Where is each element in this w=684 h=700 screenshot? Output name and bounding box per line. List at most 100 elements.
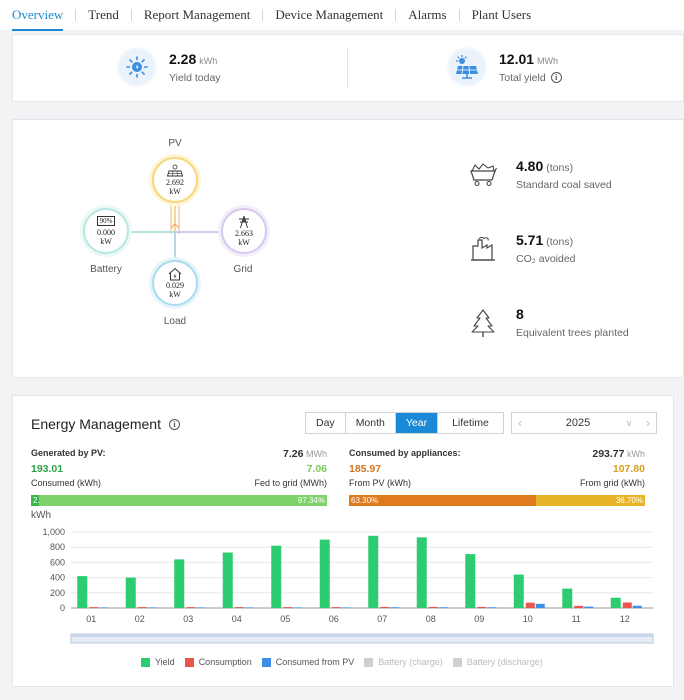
period-year-button[interactable]: Year: [395, 413, 439, 433]
total-yield-value: 12.01: [499, 50, 535, 67]
bar-consumed-from-pv: [438, 607, 448, 608]
period-month-button[interactable]: Month: [346, 413, 396, 433]
y-tick-label: 200: [50, 588, 65, 598]
load-value: 0.029: [166, 281, 184, 290]
yield-today-value: 2.28: [169, 50, 197, 67]
bar-consumed-from-pv: [390, 607, 400, 608]
solar-panel-icon: [449, 49, 485, 85]
info-icon[interactable]: i: [550, 72, 562, 83]
x-tick-label: 02: [135, 614, 145, 624]
yield-summary-card: 2.28 kWh Yield today 12.01 MWh Total yie…: [12, 34, 684, 102]
bar-consumption: [477, 606, 487, 608]
tab-overview[interactable]: Overview: [0, 7, 75, 31]
legend-item[interactable]: Consumption: [184, 657, 252, 667]
co2-avoided-stat: 5.71 (tons) CO₂ avoided: [468, 232, 576, 265]
y-tick-label: 1,000: [42, 527, 65, 537]
load-node[interactable]: 0.029 kW: [152, 260, 198, 306]
y-tick-label: 600: [50, 557, 65, 567]
pv-node[interactable]: 2.692 kW: [152, 157, 198, 203]
legend-swatch: [261, 657, 271, 667]
x-tick-label: 11: [572, 614, 581, 624]
tab-report-management[interactable]: Report Management: [132, 7, 263, 23]
period-lifetime-button[interactable]: Lifetime: [438, 413, 503, 433]
factory-icon: [468, 234, 498, 264]
bar-yield: [513, 574, 524, 608]
tab-plant-users[interactable]: Plant Users: [460, 7, 544, 23]
battery-soc: 90%: [99, 217, 113, 225]
consumed-by-appliances-summary: Consumed by appliances: 293.77 kWh 185.9…: [349, 448, 645, 490]
legend-swatch: [452, 657, 462, 667]
legend-item[interactable]: Consumed from PV: [261, 657, 355, 667]
x-tick-label: 01: [86, 614, 96, 624]
zoom-slider-fill: [71, 634, 653, 637]
x-tick-label: 10: [523, 614, 533, 624]
legend-swatch: [364, 657, 374, 667]
battery-node[interactable]: 90% 0.000 kW: [83, 208, 129, 254]
yield-today-label: Yield today: [169, 71, 221, 84]
tab-alarms[interactable]: Alarms: [396, 7, 458, 23]
bar-yield: [222, 552, 233, 608]
legend-swatch: [184, 657, 194, 667]
solar-panel-icon: [166, 164, 184, 177]
period-day-button[interactable]: Day: [306, 413, 346, 433]
info-icon[interactable]: i: [168, 418, 180, 430]
bar-consumption: [137, 607, 147, 608]
battery-label: Battery: [90, 264, 122, 275]
bar-consumption: [525, 602, 535, 608]
chart-legend: Yield Consumption Consumed from PV Battery …: [141, 657, 553, 667]
chevron-down-icon[interactable]: ∨: [618, 418, 640, 429]
chevron-right-icon[interactable]: ›: [640, 416, 656, 430]
bar-consumed-from-pv: [487, 607, 497, 608]
bar-yield: [368, 535, 379, 608]
legend-item[interactable]: Battery (charge): [364, 657, 443, 667]
legend-item[interactable]: Yield: [141, 657, 175, 667]
year-picker[interactable]: ‹ 2025 ∨ ›: [511, 412, 657, 434]
coal-saved-stat: 4.80 (tons) Standard coal saved: [468, 158, 612, 191]
load-label: Load: [163, 316, 187, 327]
energy-bar-chart: kWh 0 200 400 600 800 1,000 01 02 03 04 05 06 07 08 09 1…: [31, 510, 654, 644]
period-selector: Day Month Year Lifetime: [305, 412, 504, 434]
chevron-left-icon[interactable]: ‹: [512, 416, 528, 430]
co2-avoided-value: 5.71: [516, 232, 544, 248]
generated-total-unit: MWh: [306, 449, 327, 459]
co2-avoided-label: CO₂ avoided: [516, 253, 576, 265]
battery-unit: kW: [100, 237, 112, 246]
generated-fed-value: 7.06: [306, 463, 327, 475]
bar-yield: [125, 577, 136, 608]
x-tick-label: 06: [329, 614, 339, 624]
x-tick-label: 04: [232, 614, 242, 624]
top-navigation: Overview Trend Report Management Device …: [0, 0, 684, 31]
coal-saved-unit: (tons): [546, 162, 574, 174]
grid-unit: kW: [238, 238, 250, 247]
battery-icon: 90%: [96, 216, 116, 226]
generated-title: Generated by PV:: [31, 448, 106, 458]
year-value: 2025: [565, 417, 591, 429]
tab-device-management[interactable]: Device Management: [263, 7, 395, 23]
generated-by-pv-summary: Generated by PV: 7.26 MWh 193.01 7.06 Co…: [31, 448, 327, 490]
bar-consumption: [331, 607, 341, 608]
battery-value: 0.000: [97, 228, 115, 237]
tab-trend[interactable]: Trend: [76, 7, 131, 23]
bar-yield: [271, 545, 282, 608]
legend-label: Battery (charge): [378, 657, 443, 667]
x-tick-label: 08: [426, 614, 436, 624]
divider: [347, 47, 348, 89]
bar-yield: [174, 559, 185, 608]
bar-consumption: [622, 602, 632, 608]
bar-consumed-from-pv: [99, 607, 109, 608]
bar-consumed-from-pv: [341, 607, 351, 608]
y-tick-label: 0: [60, 603, 65, 613]
grid-node[interactable]: 2.663 kW: [221, 208, 267, 254]
x-tick-label: 07: [377, 614, 387, 624]
sun-icon: [119, 49, 155, 85]
consumed-total: 293.77: [592, 448, 625, 460]
yield-today-unit: kWh: [199, 55, 218, 66]
bar-consumption: [186, 607, 196, 608]
coal-saved-label: Standard coal saved: [516, 179, 612, 191]
bar-consumed-from-pv: [196, 607, 206, 608]
bar-consumed-from-pv: [584, 606, 594, 608]
legend-item[interactable]: Battery (discharge): [452, 657, 543, 667]
x-tick-label: 05: [280, 614, 290, 624]
legend-label: Yield: [155, 657, 175, 667]
legend-label: Consumed from PV: [275, 657, 355, 667]
